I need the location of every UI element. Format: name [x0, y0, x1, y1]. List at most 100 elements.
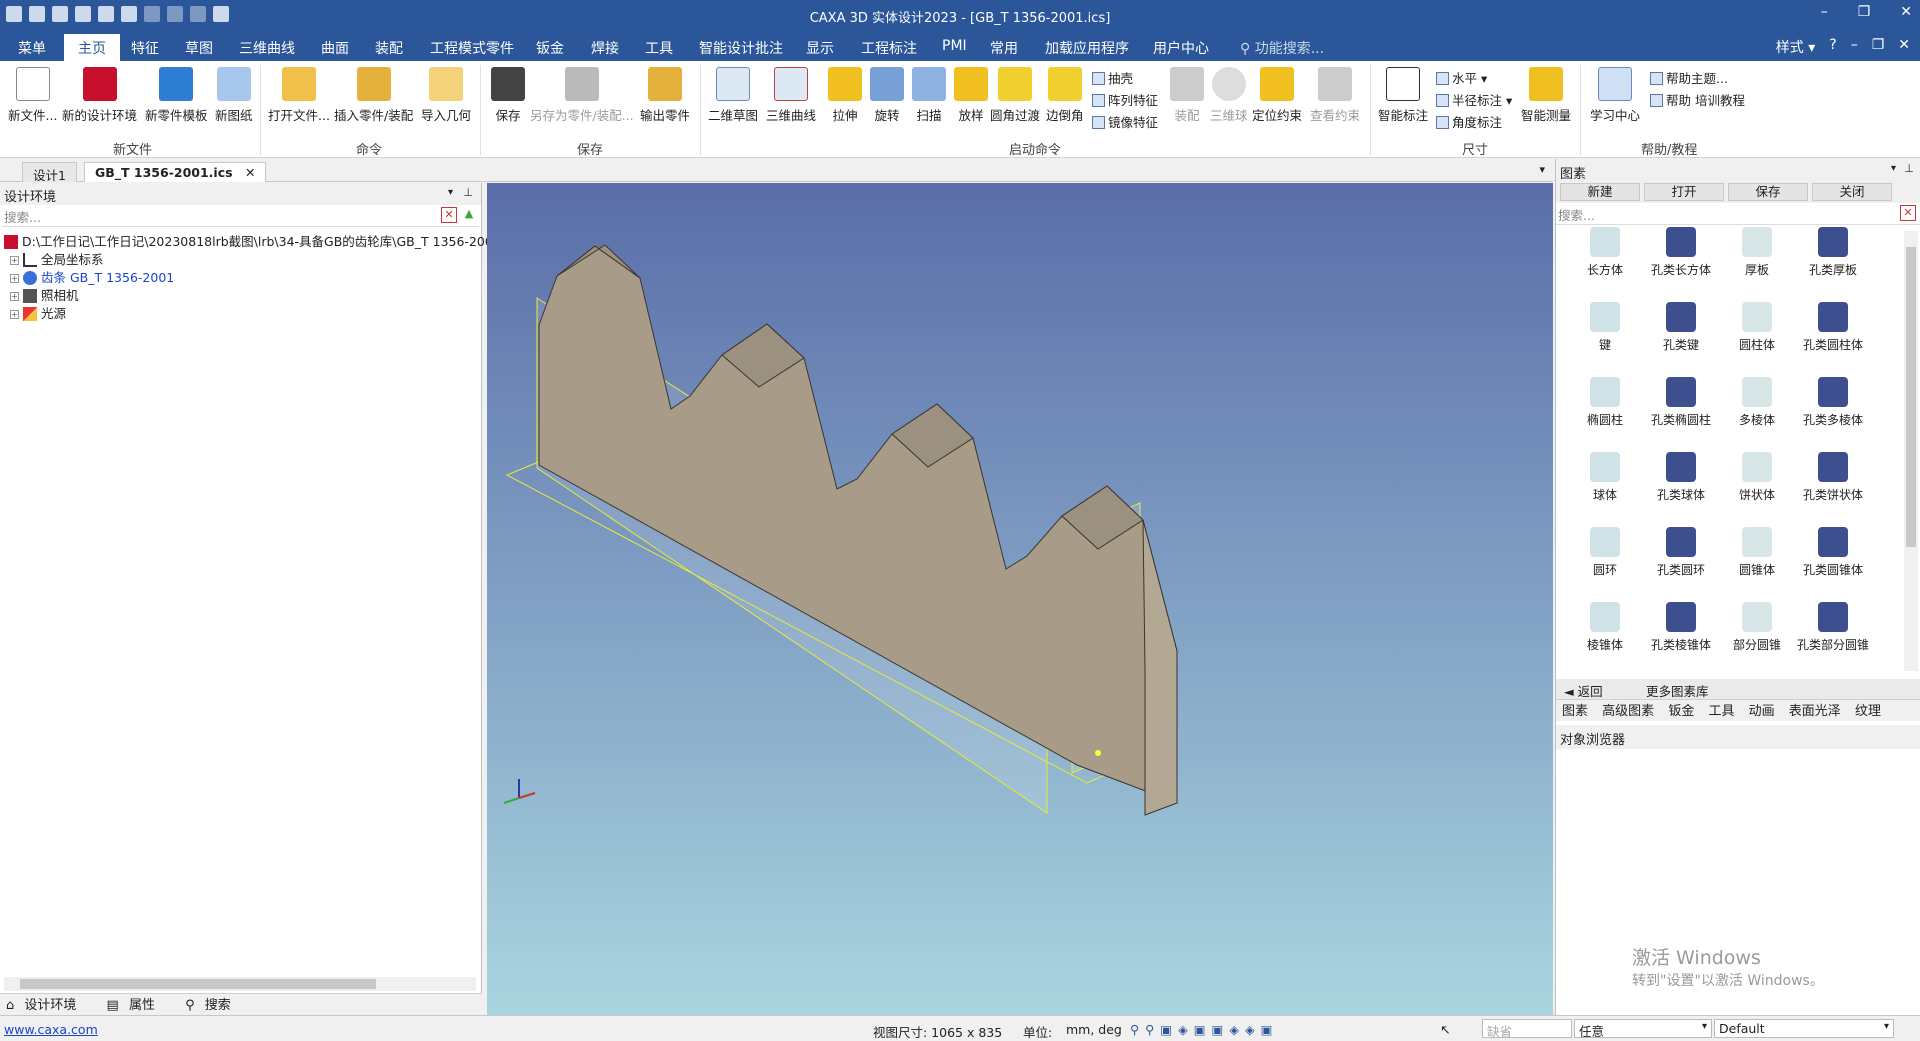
sweep-button[interactable]: 扫描 [912, 67, 946, 124]
catalog-tab-animation[interactable]: 动画 [1749, 704, 1775, 719]
export-part-button[interactable]: 输出零件 [640, 67, 690, 124]
help-icon[interactable]: ? [1829, 37, 1836, 57]
catalog-save-button[interactable]: 保存 [1728, 183, 1808, 201]
view-constraint-button[interactable]: 查看约束 [1310, 67, 1360, 124]
3d-curve-button[interactable]: 三维曲线 [766, 67, 816, 124]
menu-assembly[interactable]: 装配 [375, 38, 403, 58]
new-design-env-button[interactable]: 新的设计环境 [62, 67, 137, 124]
tab-properties[interactable]: ▤ 属性 [107, 998, 165, 1013]
catalog-clear-icon[interactable]: ✕ [1900, 205, 1916, 221]
catalog-tab-surface-finish[interactable]: 表面光泽 [1789, 704, 1841, 719]
shape-item[interactable]: 孔类圆锥体 [1788, 527, 1878, 578]
3d-viewport[interactable] [487, 183, 1553, 1015]
tree-item-rack[interactable]: + 齿条 GB_T 1356-2001 [4, 267, 481, 285]
menu-load-apps[interactable]: 加载应用程序 [1045, 38, 1129, 58]
tree-search-input[interactable]: 搜索... ✕ ▲ [2, 205, 479, 227]
expand-icon[interactable]: + [10, 256, 19, 265]
chamfer-button[interactable]: 边倒角 [1046, 67, 1084, 124]
horizontal-dim-button[interactable]: 水平 ▾ [1436, 68, 1487, 87]
menu-sketch[interactable]: 草图 [185, 38, 213, 58]
radius-dim-button[interactable]: 半径标注 ▾ [1436, 90, 1512, 109]
minimize-icon[interactable]: – [1821, 4, 1828, 20]
learning-center-button[interactable]: 学习中心 [1590, 67, 1640, 124]
catalog-back-button[interactable]: ◄ 返回 [1564, 681, 1603, 700]
new-drawing-button[interactable]: 新图纸 [215, 67, 253, 124]
ribbon-close-icon[interactable]: ✕ [1898, 37, 1910, 57]
menu-feature[interactable]: 特征 [131, 38, 159, 58]
selection-combo[interactable]: 任意 ▾ [1574, 1019, 1712, 1039]
style-combo[interactable]: Default ▾ [1714, 1019, 1894, 1038]
anchor-point[interactable] [1095, 750, 1101, 756]
shape-item[interactable]: 孔类厚板 [1788, 227, 1878, 278]
menu-engineering-dim[interactable]: 工程标注 [861, 38, 917, 58]
panel-dropdown-icon[interactable]: ▾ [448, 187, 453, 198]
clear-search-icon[interactable]: ✕ [441, 207, 457, 223]
shape-item[interactable]: 孔类饼状体 [1788, 452, 1878, 503]
menu-tools[interactable]: 工具 [645, 38, 673, 58]
menu-home[interactable]: 主页 [64, 34, 120, 61]
menu-engineering-part[interactable]: 工程模式零件 [430, 38, 514, 58]
save-button[interactable]: 保存 [491, 67, 525, 124]
tree-item-camera[interactable]: + 照相机 [4, 285, 481, 303]
tab-close-icon[interactable]: ✕ [245, 165, 255, 180]
ribbon-restore-icon[interactable]: ❐ [1872, 37, 1885, 57]
tab-dropdown-icon[interactable]: ▾ [1539, 163, 1545, 176]
tree-root[interactable]: D:\工作日记\工作日记\20230818lrb截图\lrb\34-具备GB的齿… [4, 231, 501, 249]
menu-smart-design[interactable]: 智能设计批注 [699, 38, 783, 58]
tab-design-env[interactable]: ⌂ 设计环境 [6, 998, 86, 1013]
catalog-dropdown-icon[interactable]: ▾ [1891, 163, 1896, 174]
caxa-link[interactable]: www.caxa.com [4, 1022, 98, 1037]
position-constraint-button[interactable]: 定位约束 [1252, 67, 1302, 124]
smart-measure-button[interactable]: 智能测量 [1521, 67, 1571, 124]
catalog-scrollbar[interactable] [1904, 231, 1918, 671]
menu-display[interactable]: 显示 [806, 38, 834, 58]
mirror-button[interactable]: 镜像特征 [1092, 112, 1158, 131]
view-tools-icons[interactable]: ⚲⚲▣◈▣▣◈◈▣ [1130, 1022, 1278, 1037]
menu-file[interactable]: 菜单 [18, 38, 46, 58]
smart-dimension-button[interactable]: 智能标注 [1378, 67, 1428, 124]
shape-item[interactable]: 孔类多棱体 [1788, 377, 1878, 428]
help-topics-button[interactable]: 帮助主题... [1650, 68, 1728, 87]
insert-part-button[interactable]: 插入零件/装配 [334, 67, 413, 124]
import-geometry-button[interactable]: 导入几何 [421, 67, 471, 124]
help-tutorial-button[interactable]: 帮助 培训教程 [1650, 90, 1745, 109]
new-part-template-button[interactable]: 新零件模板 [145, 67, 208, 124]
menu-user-center[interactable]: 用户中心 [1153, 38, 1209, 58]
3d-ball-button[interactable]: 三维球 [1210, 67, 1248, 124]
scrollbar-thumb[interactable] [20, 979, 376, 989]
close-icon[interactable]: ✕ [1900, 4, 1912, 20]
expand-icon[interactable]: + [10, 292, 19, 301]
catalog-tab-advanced[interactable]: 高级图素 [1602, 704, 1654, 719]
shell-button[interactable]: 抽壳 [1092, 68, 1133, 87]
expand-icon[interactable]: + [10, 274, 19, 283]
menu-pmi[interactable]: PMI [942, 38, 967, 54]
pin-icon[interactable]: ⊥ [463, 186, 473, 199]
rack-3d-model[interactable] [487, 183, 1553, 1015]
menu-sheet-metal[interactable]: 钣金 [536, 38, 564, 58]
angle-dim-button[interactable]: 角度标注 [1436, 112, 1502, 131]
catalog-tab-tools[interactable]: 工具 [1708, 704, 1734, 719]
more-catalogs-button[interactable]: 更多图素库 [1646, 681, 1709, 700]
filter-combo[interactable]: 缺省 [1482, 1019, 1572, 1039]
tab-search[interactable]: ⚲ 搜索 [185, 998, 241, 1013]
assembly-button[interactable]: 装配 [1170, 67, 1204, 124]
select-cursor-icon[interactable]: ↖ [1440, 1022, 1450, 1037]
open-file-button[interactable]: 打开文件... [268, 67, 330, 124]
menu-common[interactable]: 常用 [990, 38, 1018, 58]
catalog-tab-shapes[interactable]: 图素 [1562, 704, 1588, 719]
catalog-search-input[interactable]: 搜索... ✕ [1556, 203, 1920, 225]
tree-item-light[interactable]: + 光源 [4, 303, 481, 321]
fillet-button[interactable]: 圆角过渡 [990, 67, 1040, 124]
save-as-button[interactable]: 另存为零件/装配... [530, 67, 634, 124]
ribbon-minimize-icon[interactable]: – [1851, 37, 1858, 57]
catalog-pin-icon[interactable]: ⊥ [1904, 162, 1914, 175]
restore-icon[interactable]: ❐ [1858, 4, 1871, 20]
style-menu[interactable]: 样式 ▾ [1776, 37, 1815, 57]
2d-sketch-button[interactable]: 二维草图 [708, 67, 758, 124]
catalog-tab-texture[interactable]: 纹理 [1855, 704, 1881, 719]
menu-weld[interactable]: 焊接 [591, 38, 619, 58]
function-search[interactable]: ⚲ 功能搜索... [1240, 38, 1324, 58]
filter-icon[interactable]: ▲ [461, 207, 477, 223]
revolve-button[interactable]: 旋转 [870, 67, 904, 124]
catalog-tab-sheet-metal[interactable]: 钣金 [1668, 704, 1694, 719]
